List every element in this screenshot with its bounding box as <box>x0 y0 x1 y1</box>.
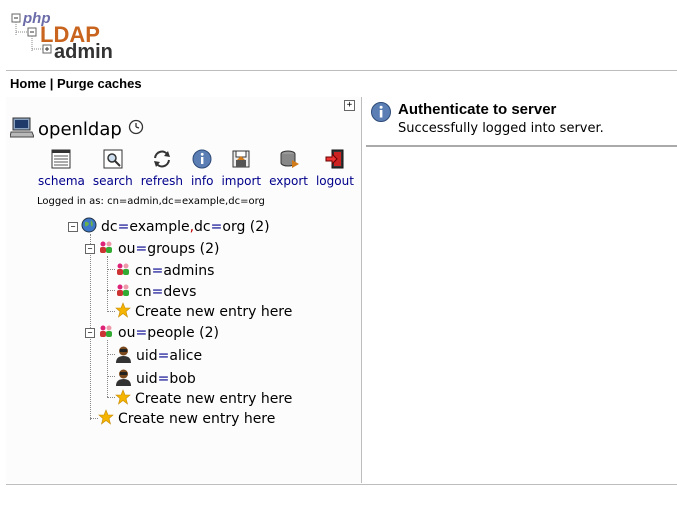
top-nav: Home | Purge caches <box>6 70 677 98</box>
search-button[interactable]: search <box>93 148 133 188</box>
star-icon <box>115 302 131 322</box>
collapse-icon[interactable]: − <box>68 222 78 232</box>
schema-button[interactable]: schema <box>38 148 85 188</box>
schema-icon <box>51 149 71 169</box>
message-divider <box>366 145 677 147</box>
tree-line <box>107 354 115 355</box>
expand-icon[interactable]: + <box>344 100 355 111</box>
schema-label: schema <box>38 174 85 188</box>
tree-line <box>107 290 115 291</box>
content-panel <box>362 97 677 483</box>
logout-button[interactable]: logout <box>316 148 354 188</box>
server-toolbar: schema search refresh info import export… <box>38 148 362 188</box>
info-label: info <box>190 174 214 188</box>
tree-node-devs[interactable]: cn=devs <box>115 282 196 302</box>
globe-icon <box>81 217 97 237</box>
import-icon <box>232 150 250 168</box>
refresh-button[interactable]: refresh <box>141 148 183 188</box>
star-icon <box>115 389 131 409</box>
tree-node-admins[interactable]: cn=admins <box>115 261 214 281</box>
phpldapadmin-logo: php LDAP admin <box>10 8 120 64</box>
user-icon <box>115 345 132 367</box>
server-icon <box>9 115 35 143</box>
child-count: (2) <box>249 219 270 235</box>
group-icon <box>98 323 114 343</box>
server-header: openldap <box>9 115 144 143</box>
footer-divider <box>6 484 677 485</box>
tree-line <box>107 376 115 377</box>
info-icon <box>192 149 212 169</box>
create-entry-groups[interactable]: Create new entry here <box>115 302 292 322</box>
group-icon <box>98 239 114 259</box>
refresh-label: refresh <box>140 174 183 188</box>
group-icon <box>115 261 131 281</box>
devs-dn: cn=devs <box>135 284 197 300</box>
logo-admin: admin <box>54 41 113 63</box>
tree-node-bob[interactable]: uid=bob <box>115 368 196 390</box>
clock-icon[interactable] <box>128 119 144 139</box>
groups-dn: ou=groups (2) <box>118 241 220 257</box>
message-title: Authenticate to server <box>398 101 557 118</box>
import-button[interactable]: import <box>221 148 261 188</box>
tree-node-alice[interactable]: uid=alice <box>115 345 202 367</box>
child-count: (2) <box>199 241 220 257</box>
admins-dn: cn=admins <box>135 263 215 279</box>
search-icon <box>103 149 123 169</box>
logged-in-text: Logged in as: cn=admin,dc=example,dc=org <box>37 196 265 207</box>
export-icon <box>280 150 299 168</box>
import-label: import <box>221 174 262 188</box>
collapse-icon[interactable]: − <box>85 328 95 338</box>
info-icon <box>370 101 392 136</box>
auth-message: Authenticate to server Successfully logg… <box>370 101 604 136</box>
refresh-icon <box>153 150 170 168</box>
info-button[interactable]: info <box>190 148 214 188</box>
logout-label: logout <box>315 174 354 188</box>
star-icon <box>98 409 114 429</box>
tree-line <box>107 340 108 397</box>
alice-dn: uid=alice <box>136 348 203 364</box>
people-dn: ou=people (2) <box>118 325 219 341</box>
search-label: search <box>92 174 133 188</box>
root-dn: dc=example,dc=org (2) <box>101 219 270 235</box>
tree-line <box>107 269 115 270</box>
tree-node-root[interactable]: − dc=example,dc=org (2) <box>68 217 270 237</box>
create-entry-people[interactable]: Create new entry here <box>115 389 292 409</box>
home-link[interactable]: Home <box>10 76 46 91</box>
message-text: Successfully logged into server. <box>398 121 604 136</box>
purge-caches-link[interactable]: Purge caches <box>57 76 142 91</box>
collapse-icon[interactable]: − <box>85 244 95 254</box>
create-entry-label: Create new entry here <box>118 411 276 427</box>
export-button[interactable]: export <box>269 148 308 188</box>
tree-node-people[interactable]: − ou=people (2) <box>85 323 219 343</box>
child-count: (2) <box>199 325 219 341</box>
nav-separator: | <box>49 76 54 91</box>
bob-dn: uid=bob <box>136 371 196 387</box>
logout-icon <box>325 149 344 169</box>
tree-node-groups[interactable]: − ou=groups (2) <box>85 239 219 259</box>
group-icon <box>115 282 131 302</box>
create-entry-root[interactable]: Create new entry here <box>98 409 275 429</box>
tree-line <box>107 256 108 312</box>
create-entry-label: Create new entry here <box>135 304 293 320</box>
tree-line <box>107 397 115 398</box>
user-icon <box>115 368 132 390</box>
tree-line <box>90 418 98 419</box>
export-label: export <box>269 174 308 188</box>
tree-line <box>107 311 115 312</box>
server-name[interactable]: openldap <box>38 119 122 140</box>
create-entry-label: Create new entry here <box>135 391 293 407</box>
